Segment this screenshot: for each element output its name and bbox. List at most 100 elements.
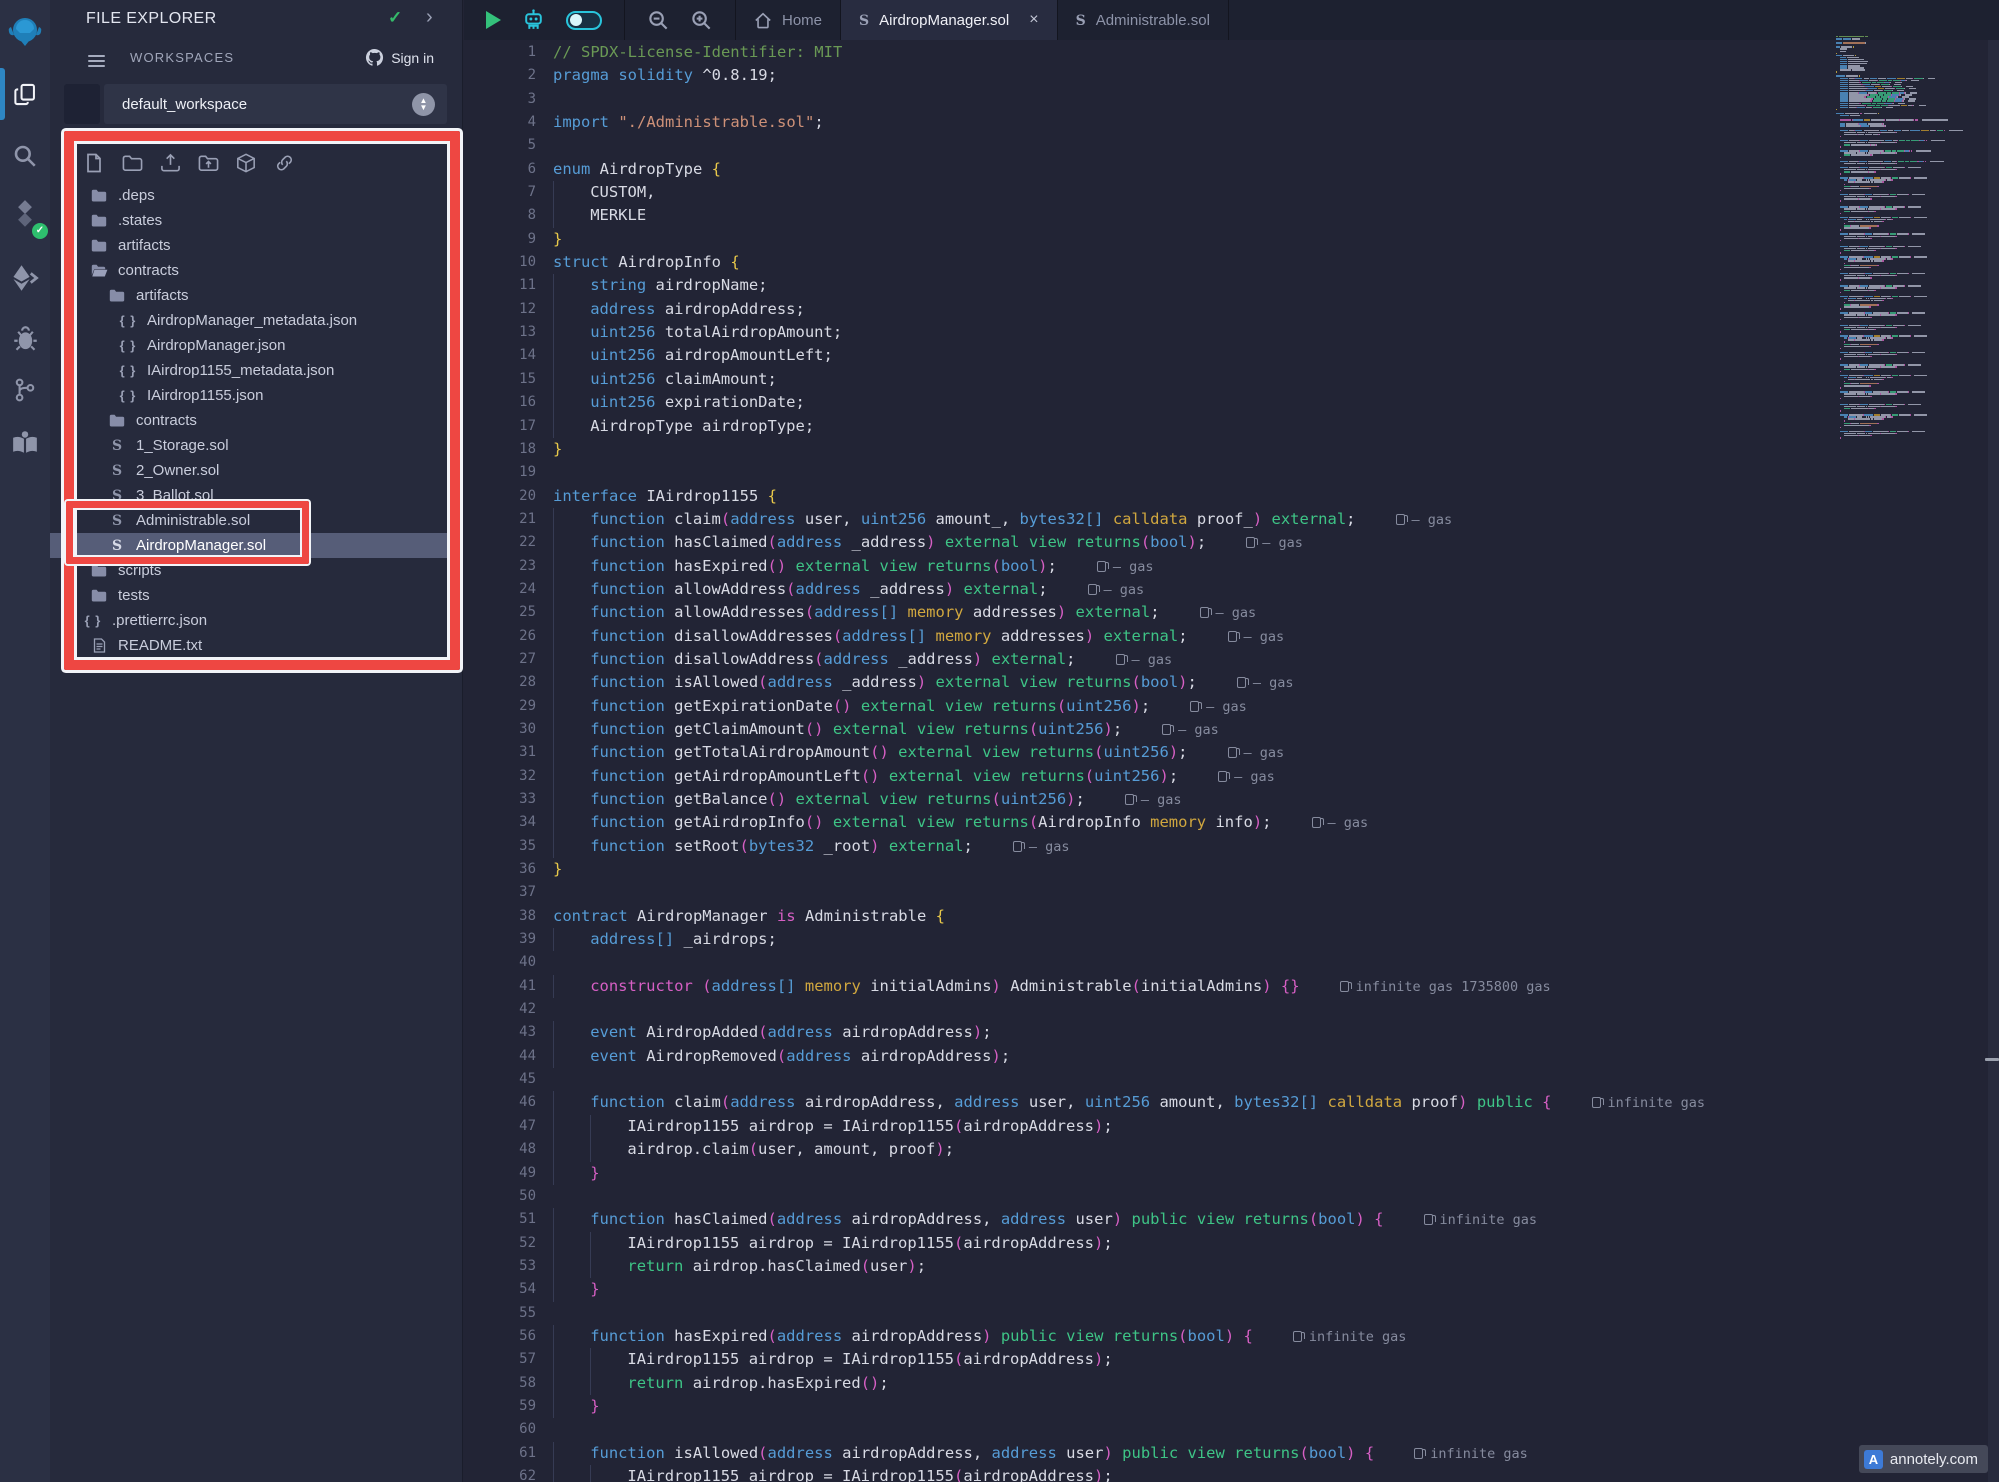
- code-line: 10struct AirdropInfo {: [464, 251, 1999, 274]
- tab-home[interactable]: Home: [736, 0, 840, 40]
- tab-airdropmanager-sol[interactable]: SAirdropManager.sol×: [841, 0, 1057, 40]
- line-number: 16: [464, 391, 536, 414]
- tree-item-label: 1_Storage.sol: [136, 437, 229, 454]
- code-editor[interactable]: 1// SPDX-License-Identifier: MIT2pragma …: [464, 40, 1999, 1482]
- sign-in-label: Sign in: [391, 50, 434, 66]
- gas-estimate: – gas: [1088, 582, 1145, 598]
- tree-item-artifacts[interactable]: artifacts: [50, 233, 463, 258]
- code-line: 21function claim(address user, uint256 a…: [464, 508, 1999, 531]
- source-control-icon[interactable]: [0, 370, 50, 410]
- file-explorer-icon[interactable]: [0, 72, 50, 116]
- annotely-watermark: A annotely.com: [1859, 1445, 1988, 1473]
- gas-estimate: – gas: [1396, 512, 1453, 528]
- tree-item-administrable-sol[interactable]: SAdministrable.sol: [50, 508, 463, 533]
- debugger-icon[interactable]: [0, 318, 50, 358]
- code-line: 33function getBalance() external view re…: [464, 788, 1999, 811]
- deploy-and-run-icon[interactable]: [0, 256, 50, 300]
- workspace-options-button[interactable]: [64, 84, 100, 124]
- check-icon[interactable]: ✓: [388, 8, 402, 28]
- tab-administrable-sol[interactable]: SAdministrable.sol: [1058, 0, 1228, 40]
- gas-estimate: infinite gas 1735800 gas: [1340, 979, 1551, 995]
- tree-item-scripts[interactable]: scripts: [50, 558, 463, 583]
- minimap[interactable]: [1836, 36, 1988, 443]
- tree-item-label: AirdropManager.sol: [136, 537, 266, 554]
- line-number: 7: [464, 181, 536, 204]
- tree-item-3-ballot-sol[interactable]: S3_Ballot.sol: [50, 483, 463, 508]
- tree-item-contracts[interactable]: contracts: [50, 258, 463, 283]
- copilot-toggle[interactable]: [566, 11, 602, 30]
- braces-icon: { }: [119, 338, 137, 353]
- code-line: 29function getExpirationDate() external …: [464, 695, 1999, 718]
- remix-logo-icon[interactable]: [0, 10, 50, 54]
- compile-success-badge: ✓: [32, 223, 48, 239]
- line-number: 21: [464, 508, 536, 531]
- workspace-dropdown-icon[interactable]: ▲▼: [412, 93, 435, 116]
- scrollbar-track[interactable]: [1988, 40, 1999, 1482]
- tree-item-2-owner-sol[interactable]: S2_Owner.sol: [50, 458, 463, 483]
- learn-icon[interactable]: [0, 422, 50, 462]
- fuel-pump-icon: [1293, 1331, 1302, 1342]
- tree-item-airdropmanager-metadata-json[interactable]: { }AirdropManager_metadata.json: [50, 308, 463, 333]
- folder-icon: [90, 564, 108, 577]
- line-number: 23: [464, 555, 536, 578]
- tree-item-artifacts[interactable]: artifacts: [50, 283, 463, 308]
- line-number: 18: [464, 438, 536, 461]
- solidity-compiler-icon[interactable]: ✓: [0, 192, 50, 236]
- new-file-icon[interactable]: [80, 150, 108, 176]
- tree-item-airdropmanager-sol[interactable]: SAirdropManager.sol: [50, 533, 463, 558]
- tree-item-readme-txt[interactable]: README.txt: [50, 633, 463, 658]
- tree-item--deps[interactable]: .deps: [50, 183, 463, 208]
- gas-estimate: – gas: [1190, 699, 1247, 715]
- code-line: 23function hasExpired() external view re…: [464, 555, 1999, 578]
- workspace-select[interactable]: default_workspace ▲▼: [104, 84, 447, 124]
- upload-file-icon[interactable]: [156, 150, 184, 176]
- tree-item-iairdrop1155-metadata-json[interactable]: { } IAirdrop1155_metadata.json: [50, 358, 463, 383]
- search-icon[interactable]: [0, 136, 50, 176]
- link-icon[interactable]: [270, 150, 298, 176]
- tree-item-iairdrop1155-json[interactable]: { }IAirdrop1155.json: [50, 383, 463, 408]
- zoom-in-icon[interactable]: [690, 9, 713, 32]
- tree-item--prettierrc-json[interactable]: { }.prettierrc.json: [50, 608, 463, 633]
- code-line: 17AirdropType airdropType;: [464, 415, 1999, 438]
- file-explorer-panel: FILE EXPLORER ✓ › WORKSPACES Sign in def…: [50, 0, 463, 1482]
- code-line: 11string airdropName;: [464, 274, 1999, 297]
- upload-folder-icon[interactable]: [194, 150, 222, 176]
- line-number: 60: [464, 1418, 536, 1441]
- line-number: 55: [464, 1302, 536, 1325]
- braces-icon: { }: [119, 363, 137, 378]
- line-number: 22: [464, 531, 536, 554]
- line-number: 61: [464, 1442, 536, 1465]
- tree-item-contracts[interactable]: contracts: [50, 408, 463, 433]
- workspaces-menu-icon[interactable]: [88, 52, 105, 70]
- code-line: 42: [464, 998, 1999, 1021]
- fuel-pump-icon: [1592, 1097, 1601, 1108]
- tree-item-label: .states: [118, 212, 162, 229]
- run-script-icon[interactable]: [486, 11, 501, 29]
- publish-to-ipfs-icon[interactable]: [232, 150, 260, 176]
- new-folder-icon[interactable]: [118, 150, 146, 176]
- line-number: 32: [464, 765, 536, 788]
- close-icon[interactable]: ×: [1029, 11, 1038, 29]
- tree-item-1-storage-sol[interactable]: S1_Storage.sol: [50, 433, 463, 458]
- scrollbar-thumb[interactable]: [1985, 1058, 1999, 1061]
- ai-copilot-icon[interactable]: [521, 8, 546, 33]
- line-number: 42: [464, 998, 536, 1021]
- sign-in-button[interactable]: Sign in: [365, 48, 434, 67]
- line-number: 27: [464, 648, 536, 671]
- tree-item-label: AirdropManager.json: [147, 337, 285, 354]
- chevron-right-icon[interactable]: ›: [426, 6, 433, 29]
- line-number: 58: [464, 1372, 536, 1395]
- tree-item--states[interactable]: .states: [50, 208, 463, 233]
- line-number: 11: [464, 274, 536, 297]
- tree-item-airdropmanager-json[interactable]: { } AirdropManager.json: [50, 333, 463, 358]
- code-line: 56function hasExpired(address airdropAdd…: [464, 1325, 1999, 1348]
- tree-item-tests[interactable]: tests: [50, 583, 463, 608]
- code-line: 41constructor (address[] memory initialA…: [464, 975, 1999, 998]
- editor-actions: [464, 0, 624, 40]
- fuel-pump-icon: [1237, 677, 1246, 688]
- gas-estimate: infinite gas: [1592, 1095, 1706, 1111]
- line-number: 31: [464, 741, 536, 764]
- gas-estimate: – gas: [1228, 745, 1285, 761]
- zoom-out-icon[interactable]: [647, 9, 670, 32]
- tree-item-label: IAirdrop1155_metadata.json: [147, 362, 334, 379]
